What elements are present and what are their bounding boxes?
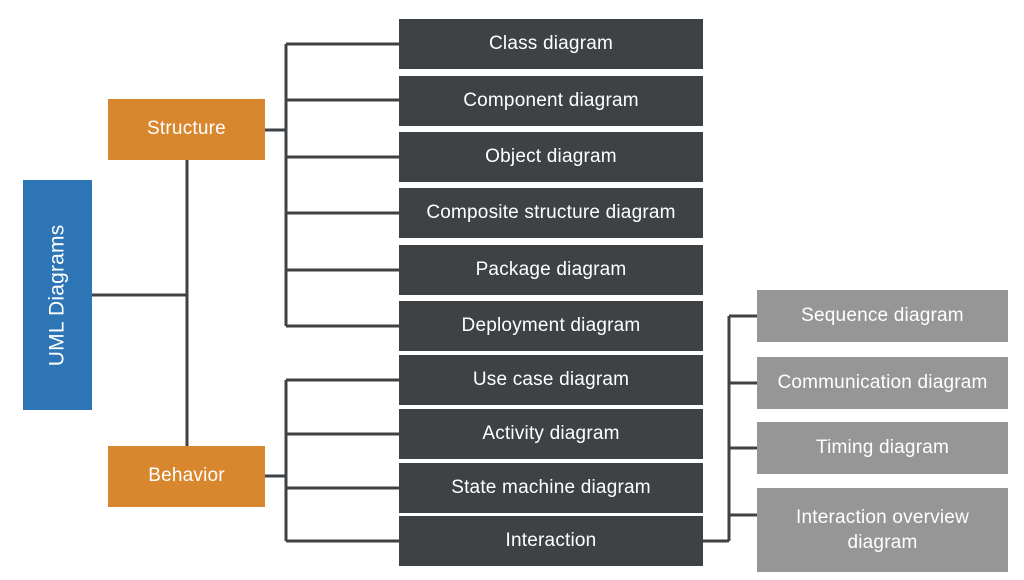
node-category-structure-label: Structure	[147, 118, 226, 140]
node-leaf-package-diagram[interactable]: Package diagram	[399, 245, 703, 295]
uml-diagram-canvas: UML Diagrams Structure Behavior Class di…	[0, 0, 1024, 580]
node-sub-communication-diagram[interactable]: Communication diagram	[757, 357, 1008, 409]
node-leaf-label: Object diagram	[485, 145, 617, 167]
node-leaf-label: Interaction	[505, 529, 597, 551]
node-leaf-label: Component diagram	[463, 89, 639, 111]
node-category-behavior-label: Behavior	[148, 465, 225, 487]
node-root-label: UML Diagrams	[45, 224, 69, 366]
node-leaf-composite-structure-diagram[interactable]: Composite structure diagram	[399, 188, 703, 238]
node-category-behavior[interactable]: Behavior	[108, 446, 265, 507]
node-sub-interaction-overview-diagram[interactable]: Interaction overview diagram	[757, 488, 1008, 572]
node-category-structure[interactable]: Structure	[108, 99, 265, 160]
node-leaf-label: State machine diagram	[451, 476, 651, 498]
node-leaf-label: Composite structure diagram	[426, 201, 676, 223]
node-leaf-deployment-diagram[interactable]: Deployment diagram	[399, 301, 703, 351]
node-leaf-state-machine-diagram[interactable]: State machine diagram	[399, 463, 703, 513]
node-sub-label: Timing diagram	[815, 436, 950, 458]
node-root-uml-diagrams[interactable]: UML Diagrams	[23, 180, 92, 410]
node-leaf-label: Class diagram	[488, 32, 614, 54]
node-sub-label: Communication diagram	[777, 371, 988, 393]
node-leaf-label: Activity diagram	[482, 422, 620, 444]
node-leaf-activity-diagram[interactable]: Activity diagram	[399, 409, 703, 459]
node-leaf-component-diagram[interactable]: Component diagram	[399, 76, 703, 126]
node-leaf-class-diagram[interactable]: Class diagram	[399, 19, 703, 69]
node-leaf-object-diagram[interactable]: Object diagram	[399, 132, 703, 182]
node-leaf-label: Use case diagram	[472, 368, 630, 390]
node-sub-sequence-diagram[interactable]: Sequence diagram	[757, 290, 1008, 342]
node-sub-timing-diagram[interactable]: Timing diagram	[757, 422, 1008, 474]
node-leaf-label: Deployment diagram	[461, 314, 641, 336]
node-leaf-interaction[interactable]: Interaction	[399, 516, 703, 566]
node-leaf-label: Package diagram	[475, 258, 627, 280]
node-sub-label: Interaction overview diagram	[796, 506, 969, 553]
node-sub-label: Sequence diagram	[801, 304, 964, 326]
node-leaf-use-case-diagram[interactable]: Use case diagram	[399, 355, 703, 405]
